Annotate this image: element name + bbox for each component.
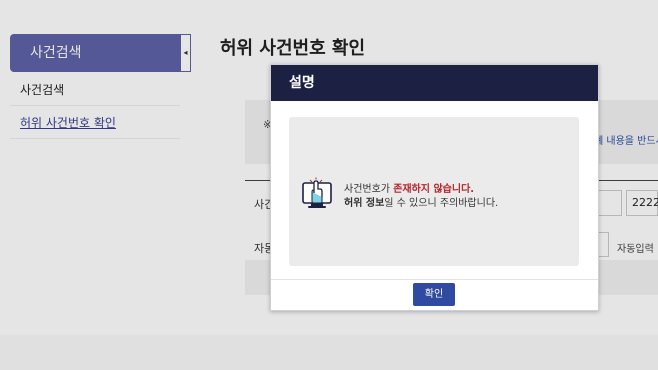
message-line-1: 사건번호가 존재하지 않습니다.: [344, 180, 474, 195]
confirm-button[interactable]: 확인: [413, 283, 455, 306]
message-text-2: 일 수 있으니 주의바랍니다.: [384, 198, 499, 209]
modal-message-box: 사건번호가 존재하지 않습니다. 허위 정보일 수 있으니 주의바랍니다.: [289, 117, 579, 266]
pointer-hand-icon: [302, 177, 332, 208]
message-line-2: 허위 정보일 수 있으니 주의바랍니다.: [344, 194, 498, 209]
modal-title: 설명: [271, 65, 598, 101]
message-bold: 허위 정보: [344, 198, 385, 209]
modal-footer-divider: [271, 279, 598, 280]
description-modal: 설명 사건번호가 존재하지 않습니다. 허위 정보일 수 있으니 주의바랍니다.…: [270, 64, 599, 311]
